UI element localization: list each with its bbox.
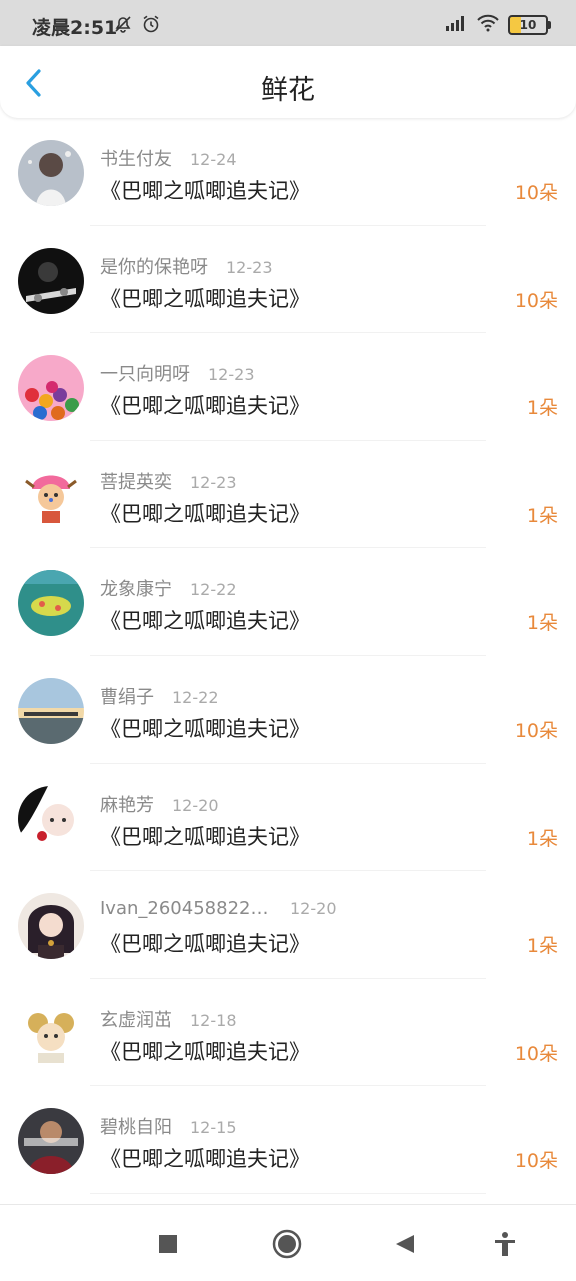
status-bar: 凌晨2:51 10 <box>0 0 576 46</box>
flower-count: 1朵 <box>526 504 558 527</box>
flower-list: 书生付友 12-24 《巴唧之呱唧追夫记》 10朵 是你的保艳呀 12-23 《… <box>0 118 576 1194</box>
accessibility-icon[interactable] <box>490 1229 520 1259</box>
flower-count: 1朵 <box>526 397 558 420</box>
divider <box>90 1192 486 1194</box>
flower-count: 10朵 <box>514 289 558 312</box>
flower-count: 10朵 <box>514 1150 558 1173</box>
avatar[interactable] <box>18 570 84 637</box>
list-item[interactable]: 菩提英奕 12-23 《巴唧之呱唧追夫记》 1朵 <box>0 441 576 549</box>
item-date: 12-23 <box>190 472 237 492</box>
list-item[interactable]: Ivan_2604588227... 12-20 《巴唧之呱唧追夫记》 1朵 <box>0 871 576 979</box>
page-title: 鲜花 <box>261 75 315 106</box>
flower-count: 10朵 <box>514 1042 558 1065</box>
avatar[interactable] <box>18 785 84 852</box>
nav-bar: 鲜花 <box>0 46 576 118</box>
system-nav-bar <box>0 1204 576 1281</box>
avatar[interactable] <box>18 1108 84 1175</box>
flower-count: 10朵 <box>514 719 558 742</box>
item-date: 12-20 <box>172 795 219 815</box>
user-name: 麻艳芳 <box>100 794 154 816</box>
avatar[interactable] <box>18 677 84 744</box>
avatar[interactable] <box>18 140 84 206</box>
avatar[interactable] <box>18 355 84 422</box>
item-date: 12-15 <box>190 1118 237 1138</box>
item-date: 12-20 <box>290 899 337 919</box>
avatar[interactable] <box>18 247 84 314</box>
user-name: 龙象康宁 <box>100 579 172 601</box>
user-name: 书生付友 <box>100 149 172 170</box>
item-date: 12-22 <box>190 580 237 600</box>
user-name: 碧桃自阳 <box>100 1117 172 1139</box>
book-title[interactable]: 《巴唧之呱唧追夫记》 <box>100 928 310 958</box>
book-title[interactable]: 《巴唧之呱唧追夫记》 <box>100 1143 310 1173</box>
item-date: 12-23 <box>226 257 273 277</box>
list-item[interactable]: 是你的保艳呀 12-23 《巴唧之呱唧追夫记》 10朵 <box>0 226 576 334</box>
recents-square-icon[interactable] <box>153 1229 183 1259</box>
item-date: 12-24 <box>190 150 237 169</box>
flower-count: 1朵 <box>526 612 558 635</box>
list-item[interactable]: 碧桃自阳 12-15 《巴唧之呱唧追夫记》 10朵 <box>0 1086 576 1194</box>
book-title[interactable]: 《巴唧之呱唧追夫记》 <box>100 605 310 635</box>
avatar[interactable] <box>18 1000 84 1067</box>
book-title[interactable]: 《巴唧之呱唧追夫记》 <box>100 390 310 420</box>
user-name: 一只向明呀 <box>100 364 190 386</box>
avatar[interactable] <box>18 893 84 960</box>
item-date: 12-18 <box>190 1010 237 1030</box>
flower-count: 10朵 <box>514 182 558 204</box>
flower-count: 1朵 <box>526 827 558 850</box>
user-name: 玄虚润茁 <box>100 1009 172 1031</box>
list-item[interactable]: 龙象康宁 12-22 《巴唧之呱唧追夫记》 1朵 <box>0 548 576 656</box>
wifi-icon <box>476 14 500 36</box>
list-item[interactable]: 一只向明呀 12-23 《巴唧之呱唧追夫记》 1朵 <box>0 333 576 441</box>
user-name: 是你的保艳呀 <box>100 256 208 278</box>
item-date: 12-22 <box>172 687 219 707</box>
list-item[interactable]: 玄虚润茁 12-18 《巴唧之呱唧追夫记》 10朵 <box>0 979 576 1087</box>
book-title[interactable]: 《巴唧之呱唧追夫记》 <box>100 1036 310 1066</box>
book-title[interactable]: 《巴唧之呱唧追夫记》 <box>100 821 310 851</box>
avatar[interactable] <box>18 462 84 529</box>
battery-icon: 10 <box>508 15 551 35</box>
signal-icon <box>444 14 468 36</box>
mute-bell-icon <box>113 14 133 38</box>
list-item[interactable]: 书生付友 12-24 《巴唧之呱唧追夫记》 10朵 <box>0 118 576 226</box>
battery-level: 10 <box>519 18 537 32</box>
book-title[interactable]: 《巴唧之呱唧追夫记》 <box>100 283 310 313</box>
book-title[interactable]: 《巴唧之呱唧追夫记》 <box>100 498 310 528</box>
home-circle-icon[interactable] <box>272 1229 302 1259</box>
back-triangle-icon[interactable] <box>390 1229 420 1259</box>
user-name: Ivan_2604588227... <box>100 898 272 920</box>
status-time: 凌晨2:51 <box>32 17 118 39</box>
item-date: 12-23 <box>208 365 255 385</box>
flower-count: 1朵 <box>526 935 558 958</box>
user-name: 菩提英奕 <box>100 471 172 493</box>
book-title[interactable]: 《巴唧之呱唧追夫记》 <box>100 713 310 743</box>
alarm-icon <box>141 14 161 38</box>
list-item[interactable]: 曹绢子 12-22 《巴唧之呱唧追夫记》 10朵 <box>0 656 576 764</box>
book-title[interactable]: 《巴唧之呱唧追夫记》 <box>100 175 310 205</box>
list-item[interactable]: 麻艳芳 12-20 《巴唧之呱唧追夫记》 1朵 <box>0 764 576 872</box>
user-name: 曹绢子 <box>100 686 154 708</box>
